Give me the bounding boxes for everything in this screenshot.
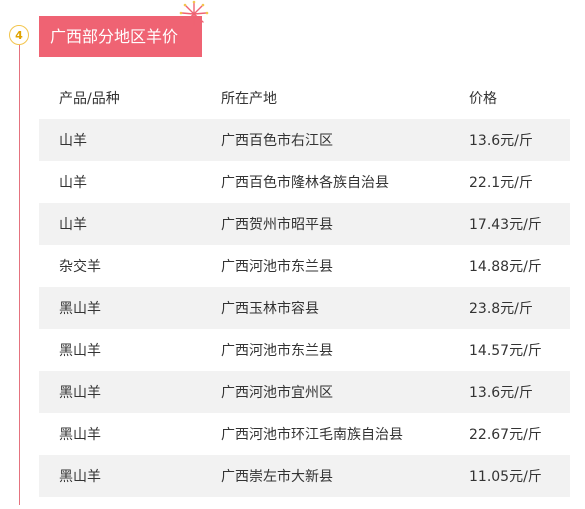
cell-price: 23.8元/斤 [469, 287, 570, 329]
cell-price: 14.57元/斤 [469, 329, 570, 371]
header-price: 价格 [469, 90, 497, 107]
table-row: 山羊 广西贺州市昭平县 17.43元/斤 [39, 203, 570, 245]
cell-place: 广西河池市东兰县 [221, 329, 469, 371]
cell-place: 广西河池市宜州区 [221, 371, 469, 413]
cell-product: 黑山羊 [39, 287, 221, 329]
firework-icon [179, 0, 209, 26]
cell-product: 山羊 [39, 119, 221, 161]
cell-price: 14.88元/斤 [469, 245, 570, 287]
price-table: 产品/品种 所在产地 价格 山羊 广西百色市右江区 13.6元/斤 山羊 广西百… [39, 76, 570, 497]
timeline-line [19, 45, 20, 505]
table-row: 山羊 广西百色市右江区 13.6元/斤 [39, 119, 570, 161]
cell-price: 13.6元/斤 [469, 371, 570, 413]
cell-place: 广西玉林市容县 [221, 287, 469, 329]
cell-product: 黑山羊 [39, 413, 221, 455]
cell-place: 广西百色市右江区 [221, 119, 469, 161]
cell-place: 广西百色市隆林各族自治县 [221, 161, 469, 203]
cell-place: 广西崇左市大新县 [221, 455, 469, 497]
table-row: 黑山羊 广西河池市宜州区 13.6元/斤 [39, 371, 570, 413]
cell-price: 13.6元/斤 [469, 119, 570, 161]
table-row: 黑山羊 广西玉林市容县 23.8元/斤 [39, 287, 570, 329]
table-row: 黑山羊 广西崇左市大新县 11.05元/斤 [39, 455, 570, 497]
header-place: 所在产地 [221, 90, 277, 107]
cell-place: 广西河池市环江毛南族自治县 [221, 413, 469, 455]
cell-product: 黑山羊 [39, 455, 221, 497]
cell-price: 11.05元/斤 [469, 455, 570, 497]
step-number-badge: 4 [9, 25, 29, 45]
cell-product: 山羊 [39, 161, 221, 203]
cell-product: 黑山羊 [39, 329, 221, 371]
table-row: 山羊 广西百色市隆林各族自治县 22.1元/斤 [39, 161, 570, 203]
cell-product: 黑山羊 [39, 371, 221, 413]
header-product: 产品/品种 [59, 90, 120, 107]
cell-price: 17.43元/斤 [469, 203, 570, 245]
cell-price: 22.1元/斤 [469, 161, 570, 203]
cell-place: 广西河池市东兰县 [221, 245, 469, 287]
cell-product: 杂交羊 [39, 245, 221, 287]
cell-place: 广西贺州市昭平县 [221, 203, 469, 245]
table-row: 黑山羊 广西河池市环江毛南族自治县 22.67元/斤 [39, 413, 570, 455]
cell-price: 22.67元/斤 [469, 413, 570, 455]
table-header-row: 产品/品种 所在产地 价格 [39, 76, 570, 119]
table-row: 黑山羊 广西河池市东兰县 14.57元/斤 [39, 329, 570, 371]
table-row: 杂交羊 广西河池市东兰县 14.88元/斤 [39, 245, 570, 287]
cell-product: 山羊 [39, 203, 221, 245]
